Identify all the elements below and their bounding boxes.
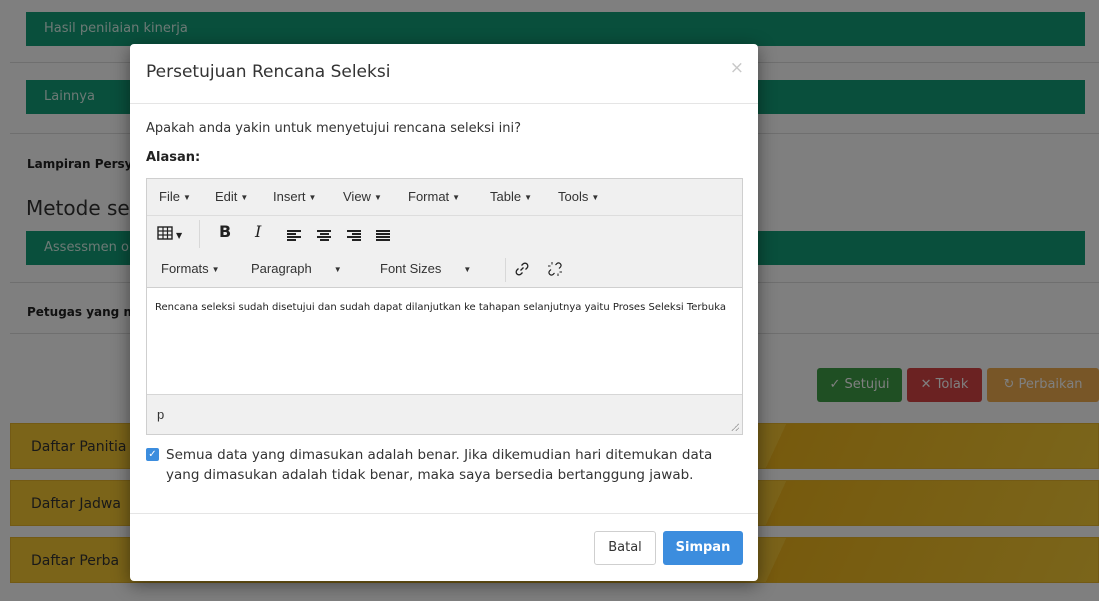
link-button[interactable] [514, 261, 530, 281]
font-sizes-dropdown[interactable]: Font Sizes ▼ [380, 261, 471, 276]
editor-statusbar: p [147, 394, 742, 434]
modal-title: Persetujuan Rencana Seleksi [146, 62, 391, 82]
caret-down-icon: ▼ [373, 193, 382, 203]
menu-table-label: Table [490, 189, 522, 204]
menu-file-label: File [159, 189, 180, 204]
toolbar-separator [505, 258, 506, 282]
caret-down-icon: ▼ [308, 193, 317, 203]
menu-file[interactable]: File ▼ [159, 189, 191, 204]
menu-edit-label: Edit [215, 189, 238, 204]
unlink-button[interactable] [547, 261, 563, 281]
menu-view-label: View [343, 189, 371, 204]
bold-button[interactable]: B [219, 222, 231, 241]
align-center-icon [317, 230, 331, 242]
editor-menubar: File ▼ Edit ▼ Insert ▼ View ▼ Format ▼ Table ▼… [147, 179, 742, 216]
menu-format-label: Format [408, 189, 450, 204]
close-icon[interactable]: × [730, 58, 744, 78]
menu-view[interactable]: View ▼ [343, 189, 382, 204]
font-sizes-label: Font Sizes [380, 261, 442, 276]
align-left-icon [287, 230, 301, 242]
paragraph-label: Paragraph [251, 261, 312, 276]
agreement-text: Semua data yang dimasukan adalah benar. … [166, 447, 713, 483]
menu-insert[interactable]: Insert ▼ [273, 189, 316, 204]
element-path[interactable]: p [157, 407, 164, 422]
unlink-icon [548, 262, 562, 276]
caret-down-icon: ▼ [333, 265, 342, 275]
align-right-icon [347, 230, 361, 242]
align-center-button[interactable] [317, 227, 331, 246]
menu-tools-label: Tools [558, 189, 589, 204]
menu-format[interactable]: Format ▼ [408, 189, 460, 204]
menu-insert-label: Insert [273, 189, 306, 204]
save-button[interactable]: Simpan [663, 531, 743, 565]
caret-down-icon: ▼ [240, 193, 249, 203]
modal-header: Persetujuan Rencana Seleksi × [130, 44, 758, 104]
align-left-button[interactable] [287, 227, 301, 246]
menu-table[interactable]: Table ▼ [490, 189, 532, 204]
caret-down-icon: ▼ [211, 265, 220, 275]
reason-label: Alasan: [146, 150, 201, 165]
formats-dropdown[interactable]: Formats ▼ [161, 261, 220, 276]
confirm-question: Apakah anda yakin untuk menyetujui renca… [146, 121, 522, 136]
approval-modal: Persetujuan Rencana Seleksi × Apakah and… [130, 44, 758, 581]
cancel-button[interactable]: Batal [594, 531, 656, 565]
caret-down-icon: ▼ [176, 231, 183, 240]
caret-down-icon: ▼ [591, 193, 600, 203]
align-justify-icon [376, 230, 390, 242]
link-icon [515, 262, 529, 276]
agreement-checkbox[interactable]: ✓ [146, 448, 159, 461]
resize-handle-icon[interactable] [729, 421, 739, 431]
caret-down-icon: ▼ [182, 193, 191, 203]
menu-edit[interactable]: Edit ▼ [215, 189, 248, 204]
menu-tools[interactable]: Tools ▼ [558, 189, 599, 204]
align-justify-button[interactable] [376, 227, 390, 246]
table-icon [157, 226, 173, 240]
editor-toolbar: ▼ B I Formats ▼ Paragraph ▼ Font Sizes ▼ [147, 216, 742, 288]
caret-down-icon: ▼ [524, 193, 532, 203]
modal-footer: Batal Simpan [130, 513, 758, 581]
rich-text-editor: File ▼ Edit ▼ Insert ▼ View ▼ Format ▼ Table ▼… [146, 178, 743, 435]
caret-down-icon: ▼ [463, 265, 472, 275]
table-button[interactable]: ▼ [157, 225, 182, 244]
italic-button[interactable]: I [255, 222, 261, 241]
toolbar-separator [199, 220, 200, 248]
formats-label: Formats [161, 261, 209, 276]
caret-down-icon: ▼ [452, 193, 461, 203]
paragraph-dropdown[interactable]: Paragraph ▼ [251, 261, 342, 276]
editor-content[interactable]: Rencana seleksi sudah disetujui dan suda… [147, 289, 742, 394]
align-right-button[interactable] [347, 227, 361, 246]
